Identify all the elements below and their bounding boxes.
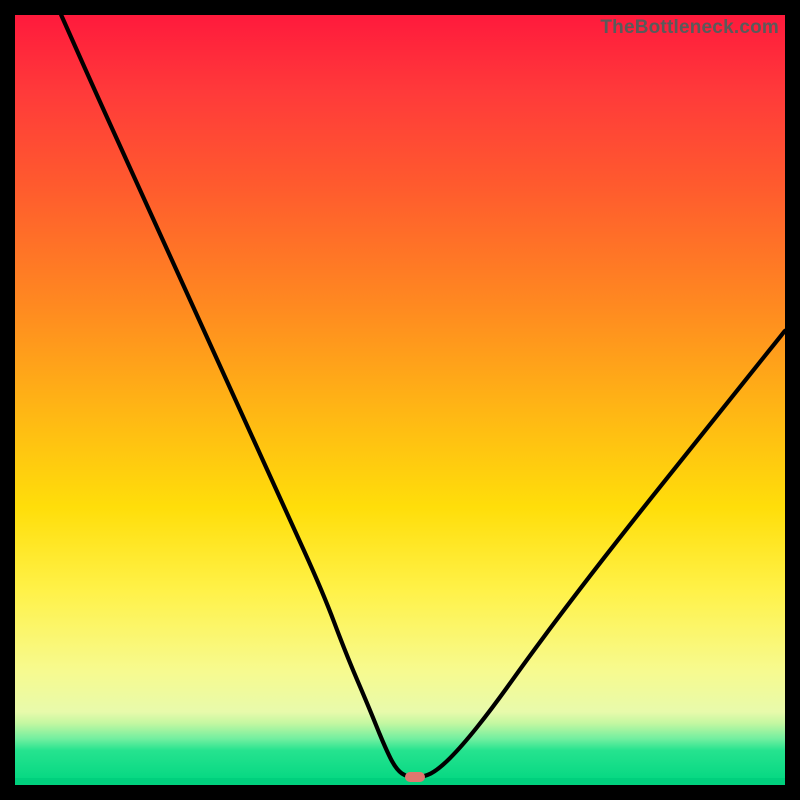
watermark-text: TheBottleneck.com <box>600 17 779 39</box>
baseline-green-band <box>15 778 785 785</box>
chart-stage: TheBottleneck.com <box>0 0 800 800</box>
bottleneck-curve <box>15 15 785 785</box>
curve-path <box>61 15 785 777</box>
plot-area: TheBottleneck.com <box>15 15 785 785</box>
